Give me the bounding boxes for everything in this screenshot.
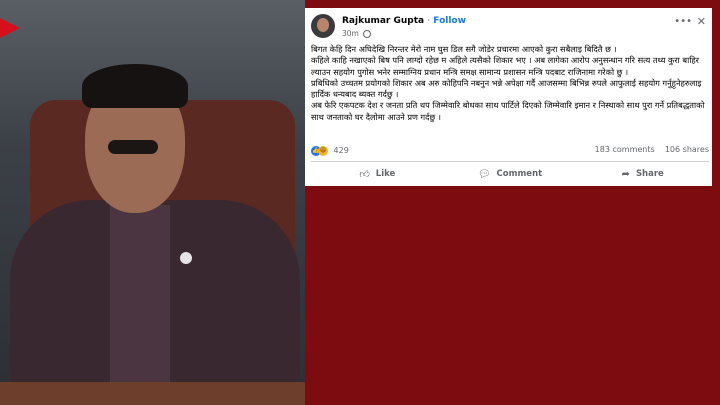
- post-paragraph: प्रबिधिको उच्चतम प्रयोगको शिकार अब अरु क…: [311, 77, 702, 100]
- post-actions: 👍︎ Like 💬︎ Comment ➦ Share: [311, 164, 709, 184]
- follow-button[interactable]: Follow: [433, 16, 466, 26]
- avatar[interactable]: [311, 14, 335, 38]
- share-label: Share: [635, 169, 664, 179]
- author-name[interactable]: Rajkumar Gupta: [342, 16, 424, 26]
- divider: [311, 161, 709, 162]
- reactions-bar: 👍😆 429 183 comments 106 shares: [311, 145, 709, 159]
- shares-count[interactable]: 106 shares: [665, 145, 709, 154]
- post-time[interactable]: 30m: [342, 29, 359, 38]
- post-header: Rajkumar Gupta · Follow 30m ••• ✕: [311, 14, 706, 42]
- facebook-post: Rajkumar Gupta · Follow 30m ••• ✕ बिगत क…: [305, 8, 712, 186]
- reaction-icons[interactable]: 👍😆: [311, 145, 328, 156]
- flag-shape: [0, 18, 20, 38]
- like-button[interactable]: 👍︎ Like: [311, 164, 444, 184]
- comment-button[interactable]: 💬︎ Comment: [444, 164, 577, 184]
- post-meta: 30m: [342, 29, 372, 38]
- comments-count[interactable]: 183 comments: [595, 145, 655, 154]
- comment-label: Comment: [496, 169, 543, 179]
- comment-icon: 💬︎: [477, 168, 491, 180]
- author-line: Rajkumar Gupta · Follow: [342, 16, 466, 26]
- thumbs-up-icon: 👍︎: [359, 169, 370, 180]
- haha-reaction-icon: 😆: [318, 146, 328, 156]
- post-paragraph: कहिले काहि नखाएको बिष पनि लाग्दो रहेछ म …: [311, 55, 700, 77]
- like-label: Like: [375, 169, 396, 179]
- separator-dot: ·: [427, 16, 431, 26]
- person-mustache: [108, 140, 158, 154]
- post-paragraph: बिगत केहि दिन अघिदेखि निरन्तर मेरो नाम घ…: [311, 44, 617, 54]
- close-icon[interactable]: ✕: [697, 15, 706, 28]
- reaction-count[interactable]: 429: [334, 146, 349, 155]
- post-text: बिगत केहि दिन अघिदेखि निरन्तर मेरो नाम घ…: [311, 44, 709, 123]
- person-shirt: [110, 205, 170, 405]
- share-button[interactable]: ➦ Share: [576, 164, 709, 184]
- post-paragraph: अब फेरि एकपटक देश र जनता प्रति थप जिम्मे…: [311, 100, 705, 122]
- globe-icon: [363, 30, 372, 38]
- engagement-counts: 183 comments 106 shares: [595, 145, 709, 154]
- share-icon: ➦: [621, 168, 630, 180]
- more-horizontal-icon[interactable]: •••: [674, 16, 692, 27]
- lapel-badge: [180, 252, 192, 264]
- desk: [0, 382, 305, 405]
- person-hair: [82, 64, 188, 108]
- politician-photo: [0, 0, 305, 405]
